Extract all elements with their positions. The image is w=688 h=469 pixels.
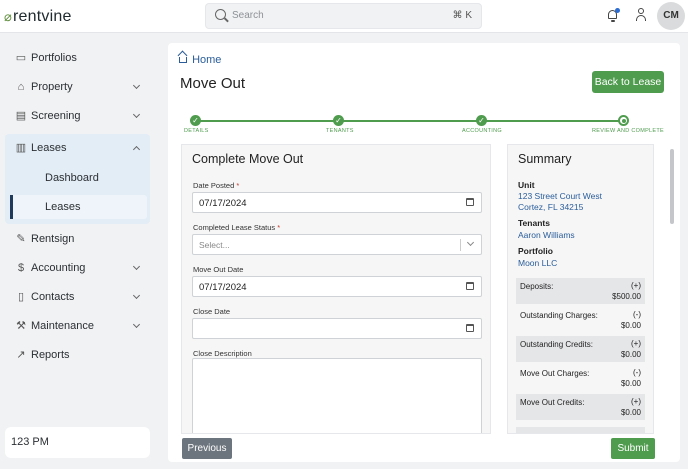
portfolio-link[interactable]: Moon LLC — [518, 258, 557, 268]
summary-row-partial — [516, 427, 645, 433]
sidebar: ▭ Portfolios ⌂ Property ▤ Screening ▥ Le… — [0, 34, 160, 469]
unit-label: Unit — [518, 180, 535, 190]
sidebar-item-leases[interactable]: ▥ Leases — [5, 136, 150, 162]
chevron-up-icon — [132, 145, 141, 154]
book-icon: ▯ — [17, 291, 25, 303]
logo-text: rentvine — [13, 8, 72, 25]
chevron-down-icon — [132, 262, 141, 271]
summary-row-move-out-credits: Move Out Credits: (+) $0.00 — [516, 394, 645, 420]
sidebar-item-screening[interactable]: ▤ Screening — [5, 104, 150, 130]
chevron-down-icon — [132, 110, 141, 119]
avatar[interactable]: CM — [657, 2, 685, 30]
complete-move-out-form: Complete Move Out Date Posted * 07/17/20… — [181, 144, 491, 434]
summary-row-outstanding-charges: Outstanding Charges: (-) $0.00 — [516, 307, 645, 333]
sidebar-item-reports[interactable]: ↗ Reports — [5, 343, 150, 369]
notification-dot — [615, 8, 620, 13]
chevron-down-icon — [132, 81, 141, 90]
scrollbar-thumb[interactable] — [670, 149, 674, 224]
lease-status-label: Completed Lease Status * — [193, 223, 281, 232]
summary-panel: Summary Unit 123 Street Court West Corte… — [507, 144, 654, 434]
breadcrumb[interactable]: Home — [178, 54, 221, 66]
wrench-icon: ⚒ — [16, 320, 26, 332]
step-label-details: DETAILS — [184, 128, 209, 134]
notifications-bell-icon[interactable] — [607, 8, 620, 22]
submit-button[interactable]: Submit — [611, 438, 655, 459]
summary-title: Summary — [518, 152, 572, 166]
date-posted-label: Date Posted * — [193, 181, 240, 190]
step-accounting-check-icon[interactable]: ✓ — [476, 115, 487, 126]
close-date-field[interactable] — [192, 318, 482, 339]
chevron-down-icon — [466, 238, 475, 247]
sidebar-subitem-leases[interactable]: Leases — [10, 195, 147, 219]
scrollbar[interactable] — [668, 144, 676, 434]
unit-address-line1[interactable]: 123 Street Court West — [518, 191, 602, 201]
step-label-tenants: TENANTS — [326, 128, 354, 134]
clipboard-icon: ▥ — [15, 142, 27, 154]
stepper-line — [196, 120, 624, 122]
portfolio-label: Portfolio — [518, 246, 553, 256]
home-icon — [178, 55, 187, 63]
step-review-current-icon[interactable] — [618, 115, 629, 126]
chevron-down-icon — [132, 291, 141, 300]
form-title: Complete Move Out — [192, 152, 304, 166]
tenants-label: Tenants — [518, 218, 550, 228]
tenant-link[interactable]: Aaron Williams — [518, 230, 575, 240]
calendar-icon[interactable] — [466, 324, 474, 332]
date-posted-field[interactable]: 07/17/2024 — [192, 192, 482, 213]
back-to-lease-button[interactable]: Back to Lease — [592, 71, 664, 93]
time-text: 123 PM — [11, 436, 49, 448]
sidebar-item-contacts[interactable]: ▯ Contacts — [5, 285, 150, 311]
sidebar-item-rentsign[interactable]: ✎ Rentsign — [5, 227, 150, 253]
user-icon[interactable] — [636, 8, 646, 22]
main-content: Home Move Out Back to Lease ✓ DETAILS ✓ … — [168, 43, 680, 462]
calendar-icon[interactable] — [466, 198, 474, 206]
screening-icon: ▤ — [15, 110, 27, 122]
step-details-check-icon[interactable]: ✓ — [190, 115, 201, 126]
sidebar-item-property[interactable]: ⌂ Property — [5, 75, 150, 101]
leases-group: ▥ Leases Dashboard Leases — [5, 134, 150, 224]
chart-icon: ↗ — [16, 349, 26, 361]
step-label-accounting: ACCOUNTING — [462, 128, 502, 134]
page-title: Move Out — [180, 75, 246, 92]
active-indicator — [10, 195, 13, 219]
folder-icon: ▭ — [15, 52, 27, 64]
search-icon — [215, 9, 226, 20]
lease-status-select[interactable]: Select... — [192, 234, 482, 255]
leaf-icon: ⌀ — [4, 9, 13, 24]
move-out-date-label: Move Out Date — [193, 265, 244, 274]
sidebar-item-accounting[interactable]: $ Accounting — [5, 256, 150, 282]
sidebar-subitem-dashboard[interactable]: Dashboard — [10, 166, 147, 190]
breadcrumb-home[interactable]: Home — [192, 54, 221, 66]
dollar-icon: $ — [17, 262, 25, 274]
unit-address-line2[interactable]: Cortez, FL 34215 — [518, 202, 583, 212]
top-bar: ⌀rentvine Search ⌘ K CM — [0, 0, 688, 33]
house-icon: ⌂ — [17, 81, 25, 93]
close-description-textarea[interactable] — [192, 358, 482, 433]
summary-row-deposits: Deposits: (+) $500.00 — [516, 278, 645, 304]
progress-stepper: ✓ DETAILS ✓ TENANTS ✓ ACCOUNTING REVIEW … — [168, 113, 680, 139]
sidebar-item-maintenance[interactable]: ⚒ Maintenance — [5, 314, 150, 340]
time-display: 123 PM — [5, 427, 150, 458]
summary-row-move-out-charges: Move Out Charges: (-) $0.00 — [516, 365, 645, 391]
sidebar-item-portfolios[interactable]: ▭ Portfolios — [5, 46, 150, 72]
search-input[interactable]: Search — [232, 10, 264, 21]
move-out-date-field[interactable]: 07/17/2024 — [192, 276, 482, 297]
close-description-label: Close Description — [193, 349, 252, 358]
calendar-icon[interactable] — [466, 282, 474, 290]
step-tenants-check-icon[interactable]: ✓ — [333, 115, 344, 126]
close-date-label: Close Date — [193, 307, 231, 316]
chevron-down-icon — [132, 320, 141, 329]
previous-button[interactable]: Previous — [182, 438, 232, 459]
search-bar[interactable]: Search ⌘ K — [205, 3, 482, 29]
signature-icon: ✎ — [16, 233, 26, 245]
search-shortcut: ⌘ K — [452, 10, 472, 21]
rentvine-logo[interactable]: ⌀rentvine — [4, 8, 72, 26]
summary-row-outstanding-credits: Outstanding Credits: (+) $0.00 — [516, 336, 645, 362]
step-label-review: REVIEW AND COMPLETE — [592, 128, 665, 134]
